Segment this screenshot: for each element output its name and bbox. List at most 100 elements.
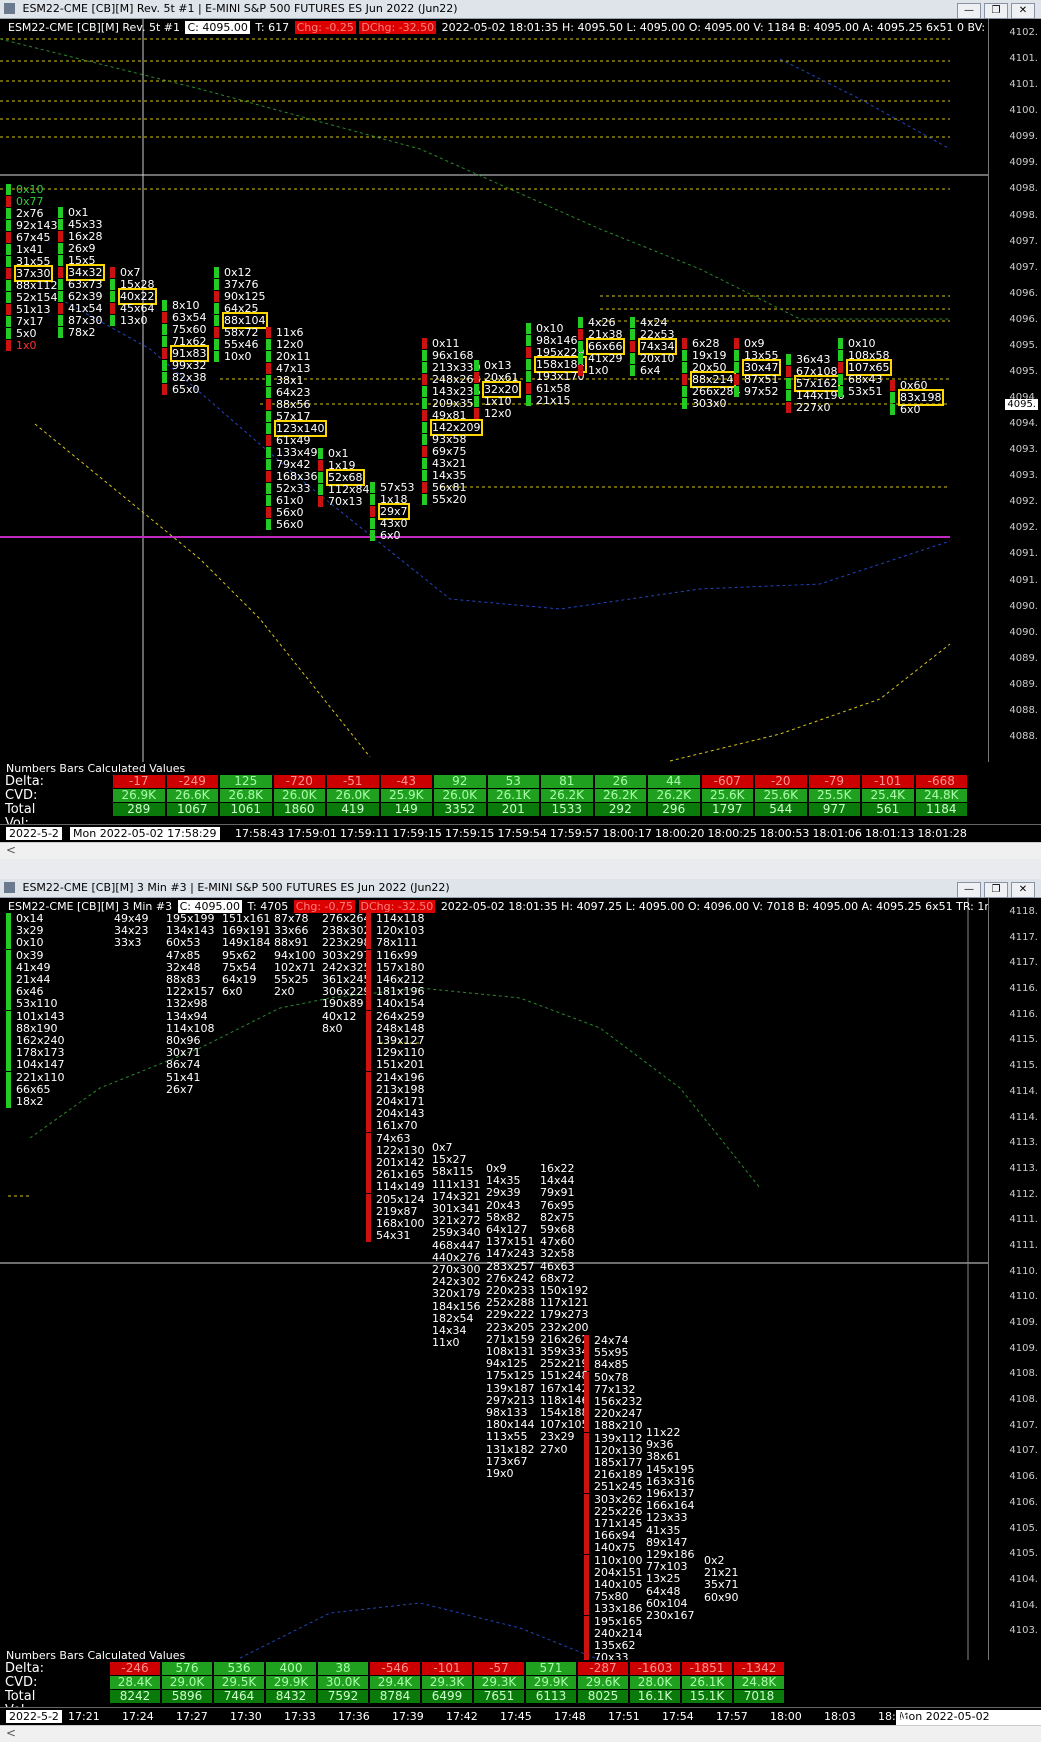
restore-icon[interactable]: ❐ [984, 882, 1008, 898]
scrollbar-1[interactable]: < [0, 842, 1041, 859]
close-icon[interactable]: ✕ [1011, 882, 1035, 898]
volume-bar [682, 398, 687, 409]
chart-area-2[interactable]: ESM22-CME [CB][M] 3 Min #3 C: 4095.00 T:… [0, 898, 1041, 1660]
volume-bar [786, 390, 791, 401]
price-tick-label: 4105. [1009, 1522, 1038, 1534]
footprint-cell: 0x7 [432, 1141, 453, 1154]
vol-cell: 201 [487, 803, 539, 816]
price-axis-2[interactable]: 4118. 4117. 4117. 4116. 4116. 4115. 4115. 4114.… [988, 898, 1041, 1660]
volume-bar [584, 1408, 589, 1421]
scroll-left-icon[interactable]: < [6, 1726, 16, 1740]
footprint-cell: 259x340 [432, 1226, 481, 1240]
time-tick-label: 17:57 [716, 1710, 748, 1723]
price-axis-1[interactable]: 4102. 4101. 4101. 4100. 4099. 4099. 4098. 4098.… [988, 19, 1041, 762]
cvd-cell: 29.5K [214, 1676, 264, 1689]
footprint-cell: 8x0 [322, 1021, 343, 1035]
footprint-cell: 29x39 [486, 1186, 521, 1200]
footprint-cell: 75x54 [222, 960, 257, 974]
volume-bar [6, 998, 11, 1011]
footprint-cell: 252x288 [486, 1296, 535, 1310]
footprint-cell: 162x240 [16, 1034, 65, 1047]
time-axis-1[interactable]: 2022-5-2 Mon 2022-05-02 17:58:29 17:58:4… [0, 824, 1041, 843]
volume-bar [786, 366, 791, 377]
footprint-cell: 223x298 [322, 936, 371, 950]
price-tick-label: 4095. [1009, 339, 1038, 351]
footprint-cell: 205x124 [376, 1192, 425, 1206]
volume-bar [422, 458, 427, 469]
cvd-cell: 26.6K [166, 789, 218, 802]
delta-cell: 571 [526, 1662, 576, 1675]
volume-bar [838, 374, 843, 385]
footprint-cell: 111x131 [432, 1177, 481, 1191]
volume-bar [214, 303, 219, 314]
footprint-cell: 14x44 [540, 1174, 575, 1188]
minimize-icon[interactable]: — [957, 3, 981, 19]
volume-bar [6, 232, 11, 243]
volume-bar [214, 279, 219, 290]
volume-bar [366, 1059, 371, 1072]
cvd-cell: 24.8K [734, 1676, 784, 1689]
volume-bar [318, 448, 323, 459]
footprint-cell: 216x262 [540, 1332, 589, 1346]
volume-bar [366, 1022, 371, 1035]
volume-bar [6, 256, 11, 267]
volume-bar [474, 408, 479, 419]
volume-bar [58, 231, 63, 242]
minimize-icon[interactable]: — [957, 882, 981, 898]
footprint-cell: 88x190 [16, 1021, 58, 1035]
delta-cell: -720 [273, 775, 325, 788]
footprint-cell: 97x52 [744, 385, 779, 398]
footprint-cell: 140x105 [594, 1578, 643, 1591]
volume-bar [266, 459, 271, 470]
time-axis-2[interactable]: 2022-5-2 Mon 2022-05-02 18:12:00 17:2117… [0, 1707, 1041, 1736]
cvd-cell: 25.5K [808, 789, 860, 802]
footprint-cell: 40x12 [322, 1009, 357, 1023]
time-tick-label: 18:00 [770, 1710, 802, 1723]
footprint-cell: 18x2 [16, 1095, 44, 1108]
volume-bar [6, 208, 11, 219]
price-tick-label: 4098. [1009, 209, 1038, 221]
volume-bar [6, 340, 11, 351]
chart-area-1[interactable]: ESM22-CME [CB][M] Rev. 5t #1 C: 4095.00 … [0, 19, 1041, 762]
footprint-cell: 238x302 [322, 924, 371, 938]
scroll-left-icon[interactable]: < [6, 843, 16, 857]
restore-icon[interactable]: ❐ [984, 3, 1008, 19]
close-icon[interactable]: ✕ [1011, 3, 1035, 19]
volume-bar [58, 219, 63, 230]
delta-cell: -51 [327, 775, 379, 788]
price-tick-label: 4114. [1009, 1085, 1038, 1097]
price-tick-label: 4107. [1009, 1419, 1038, 1431]
window-1-titlebar[interactable]: ESM22-CME [CB][M] Rev. 5t #1 | E-MINI S&… [0, 0, 1041, 19]
footprint-cell: 32x58 [540, 1247, 575, 1261]
price-tick-label: 4112. [1009, 1188, 1038, 1200]
chart-window-1: ESM22-CME [CB][M] Rev. 5t #1 | E-MINI S&… [0, 0, 1041, 859]
footprint-cell: 213x198 [376, 1082, 425, 1096]
footprint-cell: 47x85 [166, 948, 201, 962]
footprint-cell: 49x49 [114, 912, 149, 925]
footprint-cell: 168x100 [376, 1217, 425, 1230]
footprint-cell: 70x33 [594, 1651, 629, 1660]
volume-bar [6, 220, 11, 231]
footprint-cell: 175x125 [486, 1369, 535, 1383]
footprint-cell: 102x71 [274, 960, 316, 974]
volume-bar [366, 1083, 371, 1096]
volume-bar [422, 482, 427, 493]
footprint-cell: 123x33 [646, 1511, 688, 1525]
footprint-cell: 221x110 [16, 1070, 65, 1084]
price-tick-label: 4116. [1009, 983, 1038, 995]
cvd-cell: 29.9K [526, 1676, 576, 1689]
cvd-cell: 29.0K [162, 1676, 212, 1689]
vol-cell: 8432 [266, 1690, 316, 1703]
price-tick-label: 4091. [1009, 548, 1038, 560]
time-tick-label: 17:30 [230, 1710, 262, 1723]
footprint-cell: 56x0 [276, 518, 304, 531]
current-price-label: 4095. [1005, 399, 1038, 410]
cvd-cell: 24.8K [915, 789, 967, 802]
footprint-cell: 24x74 [594, 1334, 629, 1347]
delta-cell: -1603 [630, 1662, 680, 1675]
volume-bar [370, 482, 375, 493]
scrollbar-2[interactable]: < [0, 1725, 1041, 1742]
window-2-titlebar[interactable]: ESM22-CME [CB][M] 3 Min #3 | E-MINI S&P … [0, 879, 1041, 898]
footprint-cell: 220x233 [486, 1284, 535, 1297]
footprint-cell: 184x156 [432, 1299, 481, 1313]
